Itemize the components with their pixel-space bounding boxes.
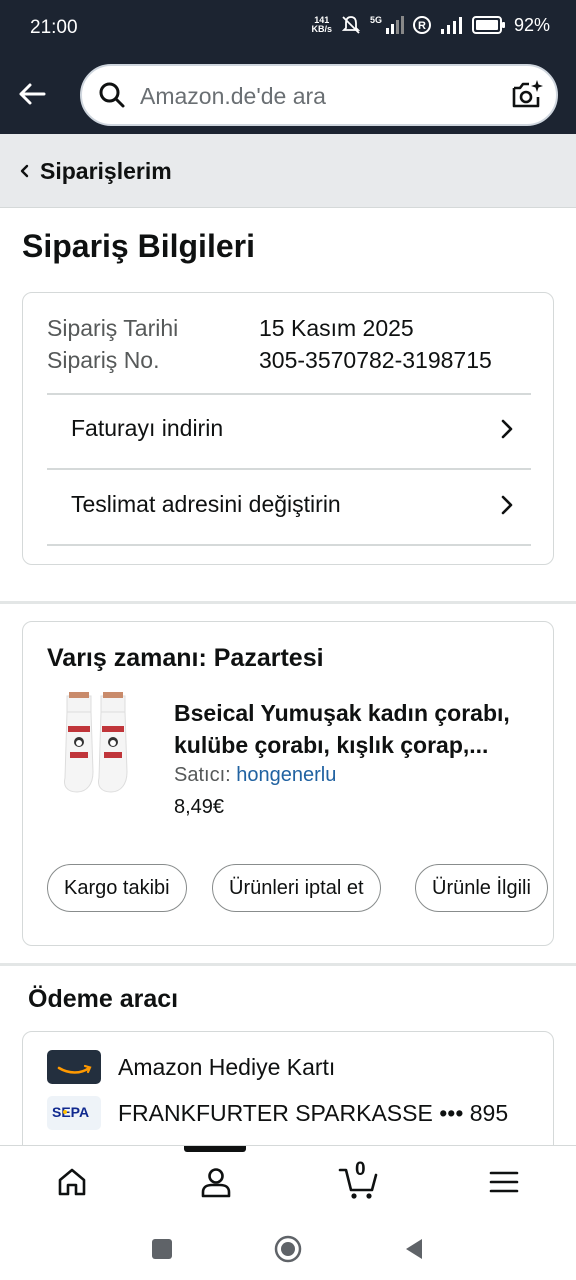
- order-number-label: Sipariş No.: [47, 347, 160, 373]
- svg-text:R: R: [418, 20, 426, 32]
- order-number-row: Sipariş No. 305-3570782-3198715: [47, 347, 492, 374]
- 5g-signal-icon: 5G: [370, 15, 404, 34]
- search-icon: [99, 82, 125, 108]
- cart-count: 0: [355, 1159, 366, 1180]
- bottom-nav: 0: [0, 1145, 576, 1221]
- net-speed: 141 KB/s: [311, 16, 332, 34]
- search-placeholder: Amazon.de'de ara: [140, 83, 326, 109]
- cancel-items-button[interactable]: Ürünleri iptal et: [212, 864, 381, 912]
- amazon-gift-card-logo: [47, 1050, 101, 1084]
- change-address-label: Teslimat adresini değiştirin: [71, 491, 341, 517]
- shipment-card: Varış zamanı: Pazartesi Bseical Yumuşak …: [22, 621, 554, 946]
- status-bar: 21:00 141 KB/s 5G R 92%: [0, 0, 576, 58]
- product-support-button[interactable]: Ürünle İlgili: [415, 864, 548, 912]
- download-invoice-label: Faturayı indirin: [71, 415, 224, 441]
- account-icon[interactable]: [198, 1164, 234, 1200]
- page-title: Sipariş Bilgileri: [22, 228, 255, 264]
- back-arrow-icon[interactable]: [16, 78, 48, 110]
- sepa-logo: SEPA: [47, 1096, 101, 1130]
- section-separator: [0, 601, 576, 604]
- product-image[interactable]: [59, 692, 133, 798]
- bank-account-label: FRANKFURTER SPARKASSE ••• 895: [118, 1100, 509, 1126]
- section-separator: [0, 963, 576, 966]
- order-date-label: Sipariş Tarihi: [47, 315, 179, 341]
- chevron-right-icon: [501, 419, 513, 439]
- product-title-line: Bseical Yumuşak kadın çorabı,: [174, 700, 510, 726]
- home-button-icon[interactable]: [274, 1235, 302, 1263]
- cart-button[interactable]: 0: [338, 1159, 380, 1202]
- gift-card-label: Amazon Hediye Kartı: [118, 1054, 336, 1080]
- track-package-button[interactable]: Kargo takibi: [47, 864, 187, 912]
- order-date-row: Sipariş Tarihi 15 Kasım 2025: [47, 315, 414, 342]
- signal-icon: [440, 17, 462, 34]
- battery-percent: 92%: [513, 14, 550, 35]
- system-nav-bar: [0, 1221, 576, 1280]
- breadcrumb[interactable]: Siparişlerim: [0, 134, 576, 208]
- download-invoice-link[interactable]: Faturayı indirin: [47, 393, 531, 467]
- seller-label: Satıcı:: [174, 764, 231, 786]
- order-info-card: Sipariş Tarihi 15 Kasım 2025 Sipariş No.…: [22, 292, 554, 565]
- order-date-value: 15 Kasım 2025: [259, 315, 414, 341]
- order-number-value: 305-3570782-3198715: [259, 347, 492, 373]
- registered-icon: R: [412, 16, 431, 34]
- status-icons: 141 KB/s 5G R 92%: [311, 14, 550, 36]
- svg-text:5G: 5G: [370, 15, 382, 25]
- camera-icon[interactable]: [510, 78, 544, 112]
- product-title-line: kulübe çorabı, kışlık çorap,...: [174, 732, 489, 758]
- chevron-left-icon: [20, 164, 29, 178]
- arrival-title: Varış zamanı: Pazartesi: [47, 644, 324, 672]
- seller-link[interactable]: hongenerlu: [236, 764, 336, 786]
- status-time: 21:00: [30, 17, 78, 38]
- menu-icon[interactable]: [486, 1164, 522, 1200]
- active-tab-indicator: [184, 1146, 246, 1152]
- search-header: Amazon.de'de ara: [0, 58, 576, 134]
- search-input[interactable]: Amazon.de'de ara: [80, 64, 558, 126]
- back-button-icon[interactable]: [400, 1235, 428, 1263]
- sepa-logo-text: SEPA: [52, 1104, 89, 1120]
- payment-title: Ödeme aracı: [28, 985, 179, 1013]
- net-speed-unit: KB/s: [311, 24, 332, 34]
- breadcrumb-label: Siparişlerim: [40, 158, 172, 184]
- recents-icon[interactable]: [148, 1235, 176, 1263]
- product-price: 8,49€: [174, 796, 225, 818]
- product-title[interactable]: Bseical Yumuşak kadın çorabı, kulübe çor…: [174, 697, 546, 761]
- battery-icon: [471, 16, 505, 34]
- divider: [47, 544, 531, 546]
- change-address-link[interactable]: Teslimat adresini değiştirin: [47, 469, 531, 543]
- seller-row: Satıcı: hongenerlu: [174, 764, 336, 787]
- home-icon[interactable]: [54, 1164, 90, 1200]
- mute-icon: [341, 16, 361, 34]
- chevron-right-icon: [501, 495, 513, 515]
